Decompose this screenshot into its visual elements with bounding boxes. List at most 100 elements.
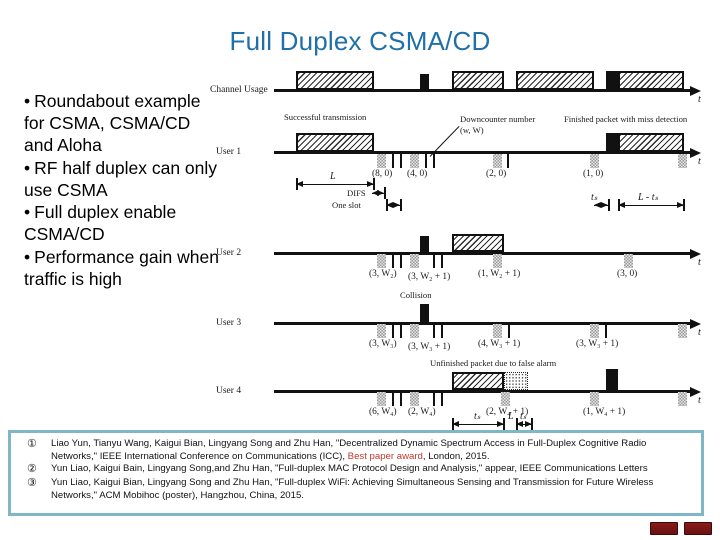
- backoff-slot-marker: [501, 392, 510, 406]
- backoff-slot-marker: [493, 254, 502, 268]
- backoff-slot-marker: [678, 324, 687, 338]
- corner-marker-left: [650, 522, 678, 535]
- measure-line-difs: [372, 189, 384, 196]
- slot-tick: [433, 254, 435, 268]
- backoff-slot-marker: [493, 324, 502, 338]
- slot-tick: [433, 154, 435, 168]
- list-item: • RF half duplex can only use CSMA: [24, 157, 224, 201]
- slot-tick: [507, 154, 509, 168]
- channel-busy-block: [420, 74, 429, 90]
- counter-pair-label: (4, W₃ + 1): [478, 339, 521, 349]
- backoff-slot-marker: [377, 254, 386, 268]
- slot-tick: [441, 254, 443, 268]
- timeline-axis: [274, 390, 692, 393]
- slot-tick: [400, 254, 402, 268]
- diagram-row-channel-usage: Channel Usage t: [210, 62, 720, 105]
- diagram-row-user-3: Collision User 3 t (3, W₃) (3, W₃ + 1) (…: [212, 290, 720, 356]
- backoff-slot-marker: [590, 154, 599, 168]
- list-item-label: RF half duplex can only use CSMA: [24, 157, 218, 200]
- user3-collision-block: [420, 304, 429, 322]
- reference-text: Liao Yun, Tianyu Wang, Kaigui Bian, Ling…: [51, 438, 695, 463]
- measure-cap: [384, 187, 386, 199]
- annotation-miss-detection: Finished packet with miss detection: [564, 114, 688, 124]
- timing-diagram: Channel Usage t User 1 t Successful tran…: [210, 62, 720, 430]
- channel-packet-block: [516, 71, 594, 90]
- user1-busy-block: [606, 133, 618, 152]
- slot-tick: [392, 324, 394, 338]
- list-item: • Roundabout example for CSMA, CSMA/CD an…: [24, 90, 224, 157]
- measure-cap: [618, 199, 620, 211]
- measure-label-difs: DIFS: [347, 188, 366, 198]
- counter-pair-label: (2, 0): [486, 169, 507, 179]
- backoff-slot-marker: [493, 154, 502, 168]
- counter-pair-label: (3, W₃ + 1): [576, 339, 619, 349]
- list-item-label: Performance gain when traffic is high: [24, 246, 219, 289]
- measure-line-L: [296, 180, 374, 187]
- reference-number: ③: [27, 477, 37, 490]
- measure-label-L-minus-ts: L - tₛ: [638, 192, 659, 203]
- user4-busy-block: [606, 369, 618, 390]
- measure-label-L2: L: [508, 411, 514, 422]
- backoff-slot-marker: [410, 324, 419, 338]
- reference-text: Yun Liao, Kaigui Bain, Lingyang Song,and…: [51, 463, 695, 476]
- measure-line-L-minus-ts: [618, 201, 684, 208]
- row-label-user-1: User 1: [216, 147, 242, 157]
- axis-label-t: t: [698, 257, 701, 268]
- measure-cap: [503, 418, 505, 430]
- row-label-user-3: User 3: [216, 318, 242, 328]
- bullet-list: • Roundabout example for CSMA, CSMA/CD an…: [24, 90, 224, 290]
- measure-cap: [400, 199, 402, 211]
- user2-packet-block: [452, 234, 504, 252]
- axis-label-t: t: [698, 94, 701, 105]
- user1-packet-block: [618, 133, 684, 152]
- list-item: • Performance gain when traffic is high: [24, 246, 224, 290]
- backoff-slot-marker: [377, 154, 386, 168]
- counter-pair-label: (3, W₃): [369, 339, 397, 349]
- slot-tick: [605, 324, 607, 338]
- slot-tick: [400, 392, 402, 406]
- reference-item: ② Yun Liao, Kaigui Bain, Lingyang Song,a…: [17, 463, 695, 477]
- slot-tick: [392, 154, 394, 168]
- backoff-slot-marker: [624, 254, 633, 268]
- annotation-downcounter-pair: (w, W): [460, 125, 484, 135]
- measure-line-ts2: [452, 420, 504, 427]
- slot-tick: [392, 392, 394, 406]
- bullet-marker: •: [24, 246, 31, 267]
- diagram-row-user-2: User 2 t (3, W₂) (3, W₂ + 1) (1, W₂ + 1)…: [212, 220, 720, 290]
- slot-tick: [508, 324, 510, 338]
- channel-packet-block: [452, 71, 504, 90]
- user4-packet-block: [452, 372, 504, 390]
- measure-label-L: L: [330, 171, 336, 182]
- row-label-channel-usage: Channel Usage: [210, 85, 268, 95]
- counter-pair-label: (1, W₄ + 1): [583, 407, 626, 417]
- reference-text-post: , London, 2015.: [422, 450, 490, 462]
- measure-cap: [373, 178, 375, 190]
- list-item: • Full duplex enable CSMA/CD: [24, 201, 224, 245]
- user1-packet-block: [296, 133, 374, 152]
- axis-label-t: t: [698, 327, 701, 338]
- backoff-slot-marker: [410, 254, 419, 268]
- counter-pair-label: (6, W₄): [369, 407, 397, 417]
- backoff-slot-marker: [410, 392, 419, 406]
- channel-packet-block: [618, 71, 684, 90]
- backoff-slot-marker: [377, 392, 386, 406]
- page-title: Full Duplex CSMA/CD: [229, 26, 491, 56]
- measure-label-ts: tₛ: [591, 192, 598, 203]
- bullet-marker: •: [24, 157, 31, 178]
- bullet-marker: •: [24, 91, 31, 111]
- diagram-row-user-4: Unfinished packet due to false alarm Use…: [212, 358, 720, 430]
- counter-pair-label: (3, W₂ + 1): [408, 272, 451, 282]
- measure-cap: [531, 418, 533, 430]
- list-item-label: Roundabout example for CSMA, CSMA/CD and…: [24, 91, 201, 156]
- slot-tick: [392, 254, 394, 268]
- backoff-slot-marker: [678, 154, 687, 168]
- row-label-user-4: User 4: [216, 386, 242, 396]
- slot-tick: [400, 154, 402, 168]
- reference-highlight: Best paper award: [347, 450, 423, 462]
- measure-cap: [296, 178, 298, 190]
- measure-cap: [608, 199, 610, 211]
- timeline-axis: [274, 322, 692, 325]
- slot-tick: [425, 154, 427, 168]
- counter-pair-label: (2, W₄): [408, 407, 436, 417]
- slot-tick: [441, 324, 443, 338]
